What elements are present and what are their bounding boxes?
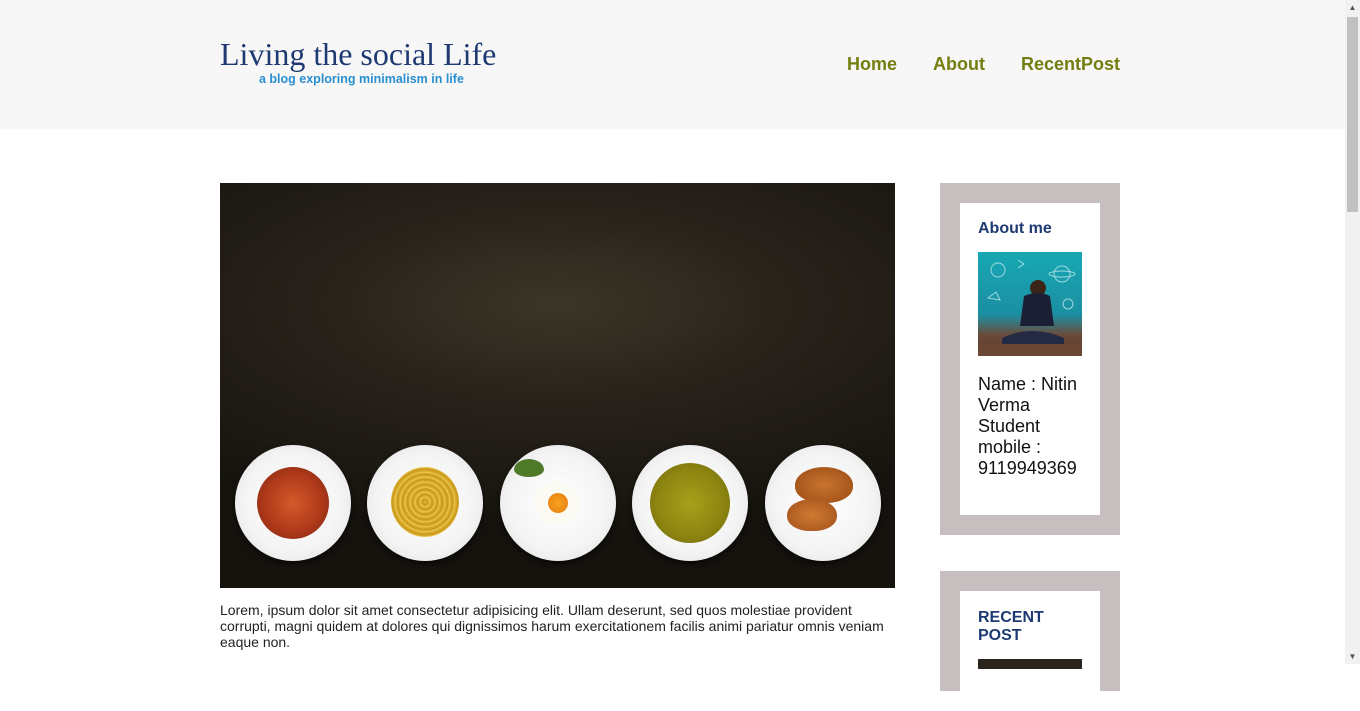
main-nav: Home About RecentPost — [847, 53, 1120, 75]
plate-pasta — [367, 445, 483, 561]
about-name: Name : Nitin Verma — [978, 374, 1078, 415]
site-title[interactable]: Living the social Life — [220, 36, 496, 72]
plate-green-soup — [632, 445, 748, 561]
plate-soup — [235, 445, 351, 561]
scrollbar-thumb[interactable] — [1347, 17, 1358, 212]
avatar-illustration — [978, 259, 1082, 356]
plate-croissant — [765, 445, 881, 561]
site-brand: Living the social Life a blog exploring … — [220, 36, 496, 86]
avatar — [978, 252, 1082, 356]
plate-egg — [500, 445, 616, 561]
scroll-up-icon[interactable]: ▲ — [1345, 0, 1360, 15]
post-image — [220, 183, 895, 588]
recent-post-card: RECENT POST — [960, 591, 1100, 711]
about-me-card: About me Name : Nitin Verma Student mobi… — [960, 203, 1100, 515]
recent-post-title: RECENT POST — [978, 609, 1044, 644]
page-scrollbar[interactable]: ▲ ▼ — [1345, 0, 1360, 664]
scroll-down-icon[interactable]: ▼ — [1345, 649, 1360, 664]
recent-post-thumbnail[interactable] — [978, 659, 1082, 669]
post-excerpt: Lorem, ipsum dolor sit amet consectetur … — [220, 602, 884, 650]
nav-link-about[interactable]: About — [933, 53, 985, 75]
nav-link-recentpost[interactable]: RecentPost — [1021, 53, 1120, 75]
nav-link-home[interactable]: Home — [847, 53, 897, 75]
about-mobile: mobile : 9119949369 — [978, 437, 1077, 478]
recent-post-widget: RECENT POST — [940, 571, 1120, 711]
about-role: Student — [978, 416, 1041, 436]
about-me-widget: About me Name : Nitin Verma Student mobi… — [940, 183, 1120, 535]
site-header: Living the social Life a blog exploring … — [0, 0, 1345, 129]
site-tagline: a blog exploring minimalism in life — [259, 72, 464, 86]
about-me-title: About me — [978, 220, 1052, 237]
